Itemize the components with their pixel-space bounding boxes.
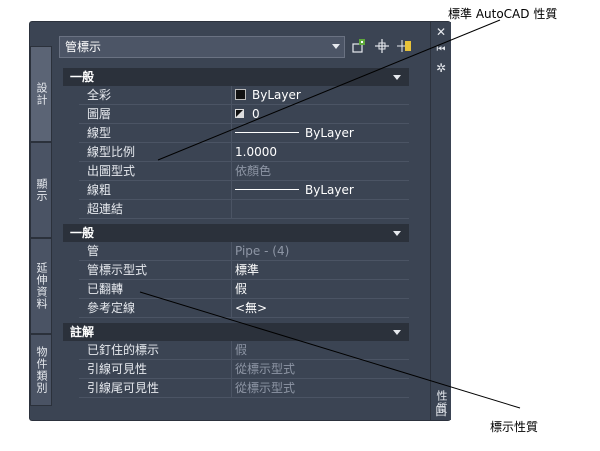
leader-display <box>139 291 521 409</box>
leader-standard <box>157 19 501 161</box>
callout-display-properties: 標示性質 <box>490 420 539 434</box>
callout-standard-properties: 標準 AutoCAD 性質 <box>448 7 558 21</box>
callout-leaders <box>139 19 521 409</box>
